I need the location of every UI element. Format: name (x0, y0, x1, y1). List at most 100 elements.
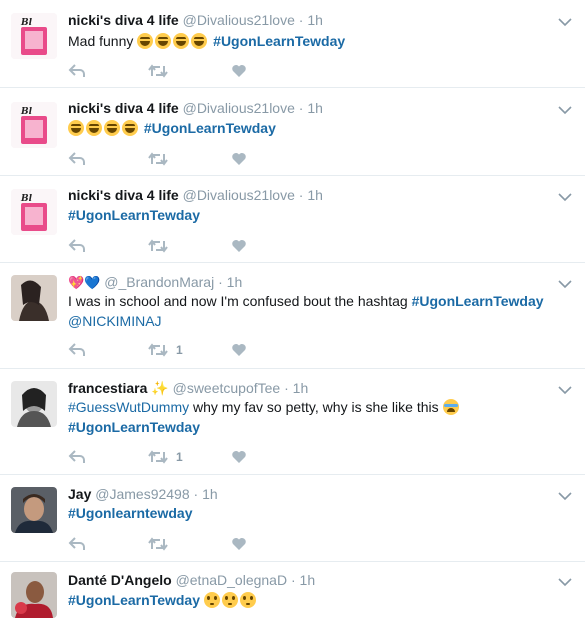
tears-of-joy-emoji (191, 33, 208, 49)
tweet[interactable]: Bl nicki's diva 4 life @Divalious21love … (0, 88, 585, 176)
heart-icon (232, 65, 246, 77)
like-button[interactable] (231, 62, 247, 80)
tweet[interactable]: Jay @James92498 · 1h #Ugonlearntewday (0, 475, 585, 562)
avatar[interactable] (11, 487, 57, 533)
display-name[interactable]: Jay (68, 486, 91, 502)
avatar[interactable] (11, 572, 57, 618)
reply-button[interactable] (68, 341, 86, 359)
reply-button[interactable] (68, 237, 86, 255)
hashtag-link[interactable]: #UgonLearnTewday (68, 592, 200, 608)
timestamp[interactable]: 1h (227, 274, 243, 290)
timestamp[interactable]: 1h (202, 486, 218, 502)
tweet-text-body: I was in school and now I'm confused bou… (68, 293, 408, 309)
mention-link[interactable]: @NICKIMINAJ (68, 313, 162, 329)
hashtag-link[interactable]: #GuessWutDummy (68, 399, 189, 415)
reply-button[interactable] (68, 62, 86, 80)
reply-icon (68, 343, 85, 356)
avatar[interactable] (11, 381, 57, 427)
username[interactable]: @_BrandonMaraj (104, 274, 214, 290)
retweet-count: 1 (176, 450, 183, 464)
reply-icon (68, 152, 85, 165)
hashtag-link[interactable]: #UgonLearnTewday (68, 419, 200, 435)
chevron-down-icon[interactable] (557, 102, 573, 118)
username[interactable]: @James92498 (95, 486, 189, 502)
tweet[interactable]: Danté D'Angelo @etnaD_olegnaD · 1h #Ugon… (0, 562, 585, 618)
retweet-button[interactable] (148, 535, 168, 553)
like-button[interactable] (231, 150, 247, 168)
avatar[interactable] (11, 275, 57, 321)
timestamp[interactable]: 1h (307, 12, 323, 28)
display-name[interactable]: francestiara (68, 380, 147, 396)
chevron-down-icon[interactable] (557, 276, 573, 292)
hashtag-link[interactable]: #UgonLearnTewday (213, 33, 345, 49)
avatar[interactable]: Bl (11, 102, 57, 148)
username[interactable]: @Divalious21love (183, 100, 295, 116)
tweet-header: nicki's diva 4 life @Divalious21love · 1… (68, 100, 323, 116)
tweet-text: #UgonLearnTewday (68, 205, 565, 225)
sparkles-emoji: ✨ (151, 380, 169, 396)
tears-of-joy-emoji (122, 120, 138, 136)
chevron-down-icon[interactable] (557, 14, 573, 30)
tears-of-joy-emoji (173, 33, 190, 49)
timestamp[interactable]: 1h (307, 100, 323, 116)
timestamp[interactable]: 1h (300, 572, 316, 588)
separator: · (298, 100, 304, 116)
reply-button[interactable] (68, 535, 86, 553)
tweet[interactable]: Bl nicki's diva 4 life @Divalious21love … (0, 176, 585, 263)
display-name[interactable]: nicki's diva 4 life (68, 187, 179, 203)
display-name[interactable]: nicki's diva 4 life (68, 100, 179, 116)
tweet-text: #UgonLearnTewday (68, 118, 565, 138)
like-button[interactable] (231, 237, 247, 255)
heart-emojis[interactable]: 💖💙 (68, 275, 100, 290)
tweet-actions: 1 (68, 341, 268, 359)
retweet-icon (148, 450, 168, 464)
emoji-group (68, 120, 140, 136)
username[interactable]: @Divalious21love (183, 187, 295, 203)
retweet-button[interactable] (148, 150, 168, 168)
tweet[interactable]: Bl nicki's diva 4 life @Divalious21love … (0, 0, 585, 88)
tweet-header: nicki's diva 4 life @Divalious21love · 1… (68, 187, 323, 203)
avatar[interactable]: Bl (11, 189, 57, 235)
tweet-header: Jay @James92498 · 1h (68, 486, 218, 502)
loudly-crying-emoji (442, 399, 459, 415)
tears-of-joy-emoji (68, 120, 84, 136)
tweet-actions: 1 (68, 448, 268, 466)
tweet[interactable]: 💖💙 @_BrandonMaraj · 1h I was in school a… (0, 263, 585, 369)
tweet-header: nicki's diva 4 life @Divalious21love · 1… (68, 12, 323, 28)
reply-icon (68, 239, 85, 252)
retweet-button[interactable] (148, 62, 168, 80)
avatar[interactable]: Bl (11, 13, 57, 59)
hashtag-link[interactable]: #Ugonlearntewday (68, 505, 192, 521)
retweet-icon (148, 64, 168, 78)
username[interactable]: @etnaD_olegnaD (176, 572, 288, 588)
hashtag-link[interactable]: #UgonLearnTewday (412, 293, 544, 309)
retweet-count: 1 (176, 343, 183, 357)
retweet-icon (148, 537, 168, 551)
retweet-button[interactable]: 1 (148, 341, 183, 359)
chevron-down-icon[interactable] (557, 189, 573, 205)
reply-button[interactable] (68, 150, 86, 168)
hashtag-link[interactable]: #UgonLearnTewday (144, 120, 276, 136)
svg-text:Bl: Bl (20, 18, 33, 28)
display-name[interactable]: nicki's diva 4 life (68, 12, 179, 28)
retweet-icon (148, 343, 168, 357)
like-button[interactable] (231, 341, 247, 359)
chevron-down-icon[interactable] (557, 488, 573, 504)
tweet[interactable]: francestiara ✨ @sweetcupofTee · 1h #Gues… (0, 369, 585, 475)
username[interactable]: @Divalious21love (183, 12, 295, 28)
reply-button[interactable] (68, 448, 86, 466)
retweet-button[interactable]: 1 (148, 448, 183, 466)
retweet-button[interactable] (148, 237, 168, 255)
tweet-text: #GuessWutDummy why my fav so petty, why … (68, 397, 565, 437)
like-button[interactable] (231, 535, 247, 553)
chevron-down-icon[interactable] (557, 574, 573, 590)
timestamp[interactable]: 1h (293, 380, 309, 396)
timeline: Bl nicki's diva 4 life @Divalious21love … (0, 0, 585, 618)
username[interactable]: @sweetcupofTee (173, 380, 281, 396)
tweet-actions (68, 150, 268, 168)
chevron-down-icon[interactable] (557, 382, 573, 398)
like-button[interactable] (231, 448, 247, 466)
hashtag-link[interactable]: #UgonLearnTewday (68, 207, 200, 223)
timestamp[interactable]: 1h (307, 187, 323, 203)
display-name[interactable]: Danté D'Angelo (68, 572, 172, 588)
